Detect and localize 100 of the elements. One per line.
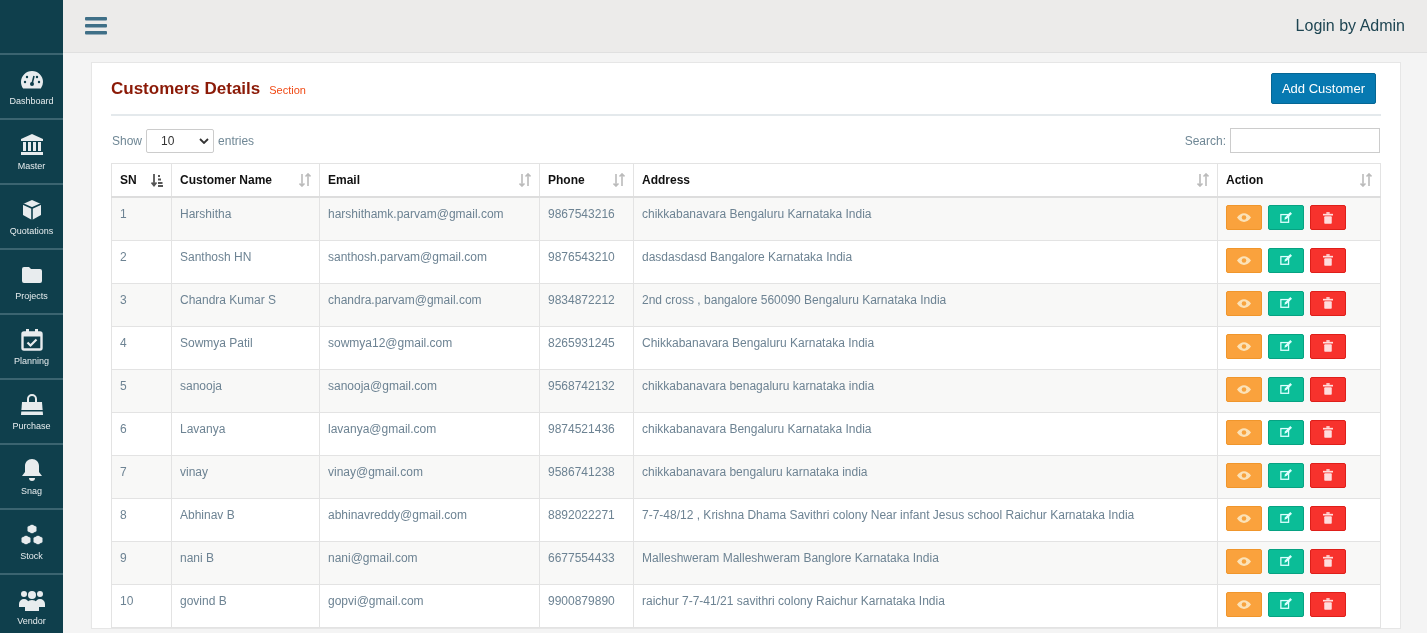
edit-icon [1280,512,1292,524]
edit-button[interactable] [1268,419,1304,445]
table-cell: 9834872212 [539,283,634,326]
delete-button[interactable] [1310,333,1346,359]
trash-icon [1323,598,1333,610]
table-cell: Sowmya Patil [171,326,320,369]
view-button[interactable] [1226,205,1262,230]
menu-icon[interactable] [85,17,107,35]
eye-icon [1237,427,1251,437]
shopping-bag-icon [19,393,44,416]
view-button[interactable] [1226,333,1262,359]
view-button[interactable] [1226,419,1262,445]
table-cell: 6 [111,412,172,455]
table-cell: abhinavreddy@gmail.com [319,498,540,541]
table-cell: 4 [111,326,172,369]
edit-icon [1280,555,1292,567]
edit-icon [1280,598,1292,610]
table-cell: santhosh.parvam@gmail.com [319,240,540,283]
table-cell: 9876543210 [539,240,634,283]
edit-icon [1280,469,1292,481]
login-user-label: Login by Admin [1295,17,1405,35]
table-cell: chikkabanavara benagaluru karnataka india [633,369,1218,412]
eye-icon [1237,213,1251,222]
page-title: Customers Details [111,78,261,99]
view-button[interactable] [1226,505,1262,531]
edit-button[interactable] [1268,333,1304,359]
delete-button[interactable] [1310,376,1346,402]
delete-button[interactable] [1310,548,1346,574]
view-button[interactable] [1226,591,1262,617]
table-cell: 9874521436 [539,412,634,455]
table-cell: 9586741238 [539,455,634,498]
table-cell: 3 [111,283,172,326]
sort-icon [613,173,625,187]
edit-icon [1280,254,1292,266]
table-cell: lavanya@gmail.com [319,412,540,455]
edit-button[interactable] [1268,205,1304,230]
eye-icon [1237,341,1251,351]
search-field[interactable] [1230,128,1380,153]
table-cell: Santhosh HN [171,240,320,283]
page-subtitle: Section [269,83,306,96]
trash-icon [1323,340,1333,352]
table-cell: Chikkabanavara Bengaluru Karnataka India [633,326,1218,369]
edit-button[interactable] [1268,548,1304,574]
edit-button[interactable] [1268,505,1304,531]
table-cell: Chandra Kumar S [171,283,320,326]
view-button[interactable] [1226,548,1262,574]
delete-button[interactable] [1310,290,1346,316]
delete-button[interactable] [1310,205,1346,230]
table-cell: Abhinav B [171,498,320,541]
edit-button[interactable] [1268,591,1304,617]
calendar-check-icon [20,328,43,351]
eye-icon [1237,556,1251,566]
view-button[interactable] [1226,290,1262,316]
delete-button[interactable] [1310,419,1346,445]
show-label: Show [112,133,143,148]
edit-button[interactable] [1268,290,1304,316]
cube-icon [20,198,43,221]
edit-button[interactable] [1268,247,1304,273]
users-icon [17,588,46,611]
delete-button[interactable] [1310,247,1346,273]
table-cell: chandra.parvam@gmail.com [319,283,540,326]
table-cell: nani@gmail.com [319,541,540,584]
sort-ascending-icon [151,173,163,187]
trash-icon [1323,211,1333,224]
eye-icon [1237,470,1251,480]
view-button[interactable] [1226,247,1262,273]
table-cell: 7-7-48/12 , Krishna Dhama Savithri colony Near infant Jesus school Raichur Karnataka India [633,498,1218,541]
table-cell: nani B [171,541,320,584]
table-cell: chikkabanavara Bengaluru Karnataka India [633,412,1218,455]
table-cell: vinay@gmail.com [319,455,540,498]
table-cell: Lavanya [171,412,320,455]
table-cell: sowmya12@gmail.com [319,326,540,369]
eye-icon [1237,298,1251,308]
trash-icon [1323,297,1333,309]
entries-select[interactable]: 10 [146,128,215,153]
view-button[interactable] [1226,376,1262,402]
table-cell: 8 [111,498,172,541]
bank-icon [19,133,44,156]
trash-icon [1323,469,1333,481]
chevron-down-icon [199,137,210,144]
view-button[interactable] [1226,462,1262,488]
table-cell: raichur 7-7-41/21 savithri colony Raichur Karnataka India [633,584,1218,627]
table-cell: 9568742132 [539,369,634,412]
add-customer-button[interactable]: Add Customer [1270,73,1376,104]
sort-icon [1197,173,1209,187]
sort-icon [519,173,531,187]
delete-button[interactable] [1310,462,1346,488]
table-cell: Harshitha [171,197,320,240]
trash-icon [1323,555,1333,567]
delete-button[interactable] [1310,505,1346,531]
table-cell: 7 [111,455,172,498]
edit-button[interactable] [1268,376,1304,402]
trash-icon [1323,383,1333,395]
sort-icon [1360,173,1372,187]
edit-button[interactable] [1268,462,1304,488]
trash-icon [1323,254,1333,266]
delete-button[interactable] [1310,591,1346,617]
gauge-icon [19,69,44,90]
table-cell: dasdasdasd Bangalore Karnataka India [633,240,1218,283]
table-cell: 8892022271 [539,498,634,541]
